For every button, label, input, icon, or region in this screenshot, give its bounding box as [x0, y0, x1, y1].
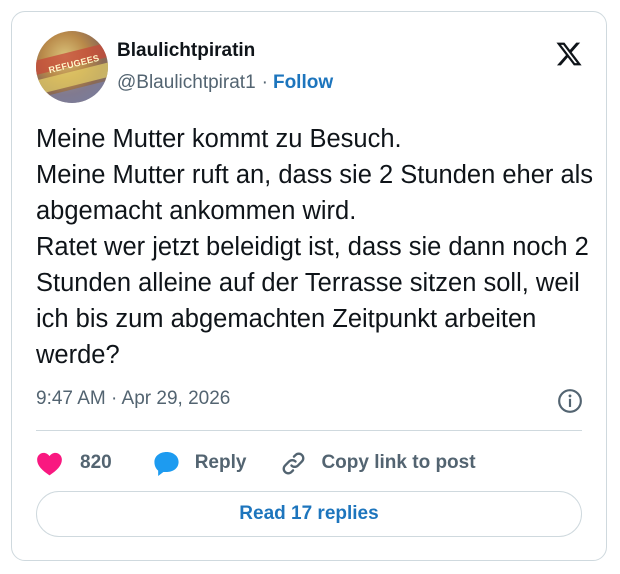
- tweet-card: REFUGEES Blaulichtpiratin @Blaulichtpira…: [11, 11, 607, 561]
- reply-label: Reply: [194, 452, 247, 473]
- action-bar: 820 Reply Copy link to post: [36, 446, 476, 480]
- like-count: 820: [80, 452, 112, 473]
- link-icon: [283, 452, 305, 474]
- heart-icon: [37, 452, 62, 475]
- x-logo-icon[interactable]: [554, 40, 584, 68]
- divider: [36, 430, 582, 431]
- author-handle[interactable]: @Blaulichtpirat1: [117, 72, 256, 93]
- follow-button[interactable]: Follow: [273, 72, 333, 93]
- tweet-timestamp[interactable]: 9:47 AM · Apr 29, 2026: [36, 388, 230, 410]
- speech-bubble-icon: [154, 451, 179, 476]
- author-handle-line: @Blaulichtpirat1 · Follow: [117, 72, 333, 94]
- reply-button[interactable]: Reply: [152, 450, 247, 477]
- separator-dot: ·: [261, 72, 268, 93]
- tweet-text: Meine Mutter kommt zu Besuch. Meine Mutt…: [36, 125, 594, 369]
- read-replies-button[interactable]: Read 17 replies: [36, 491, 582, 537]
- author-name[interactable]: Blaulichtpiratin: [117, 40, 255, 62]
- copy-link-button[interactable]: Copy link to post: [280, 450, 476, 477]
- info-icon[interactable]: [557, 388, 583, 414]
- like-button[interactable]: 820: [36, 451, 112, 476]
- avatar[interactable]: REFUGEES: [36, 31, 108, 103]
- copy-link-label: Copy link to post: [321, 452, 476, 473]
